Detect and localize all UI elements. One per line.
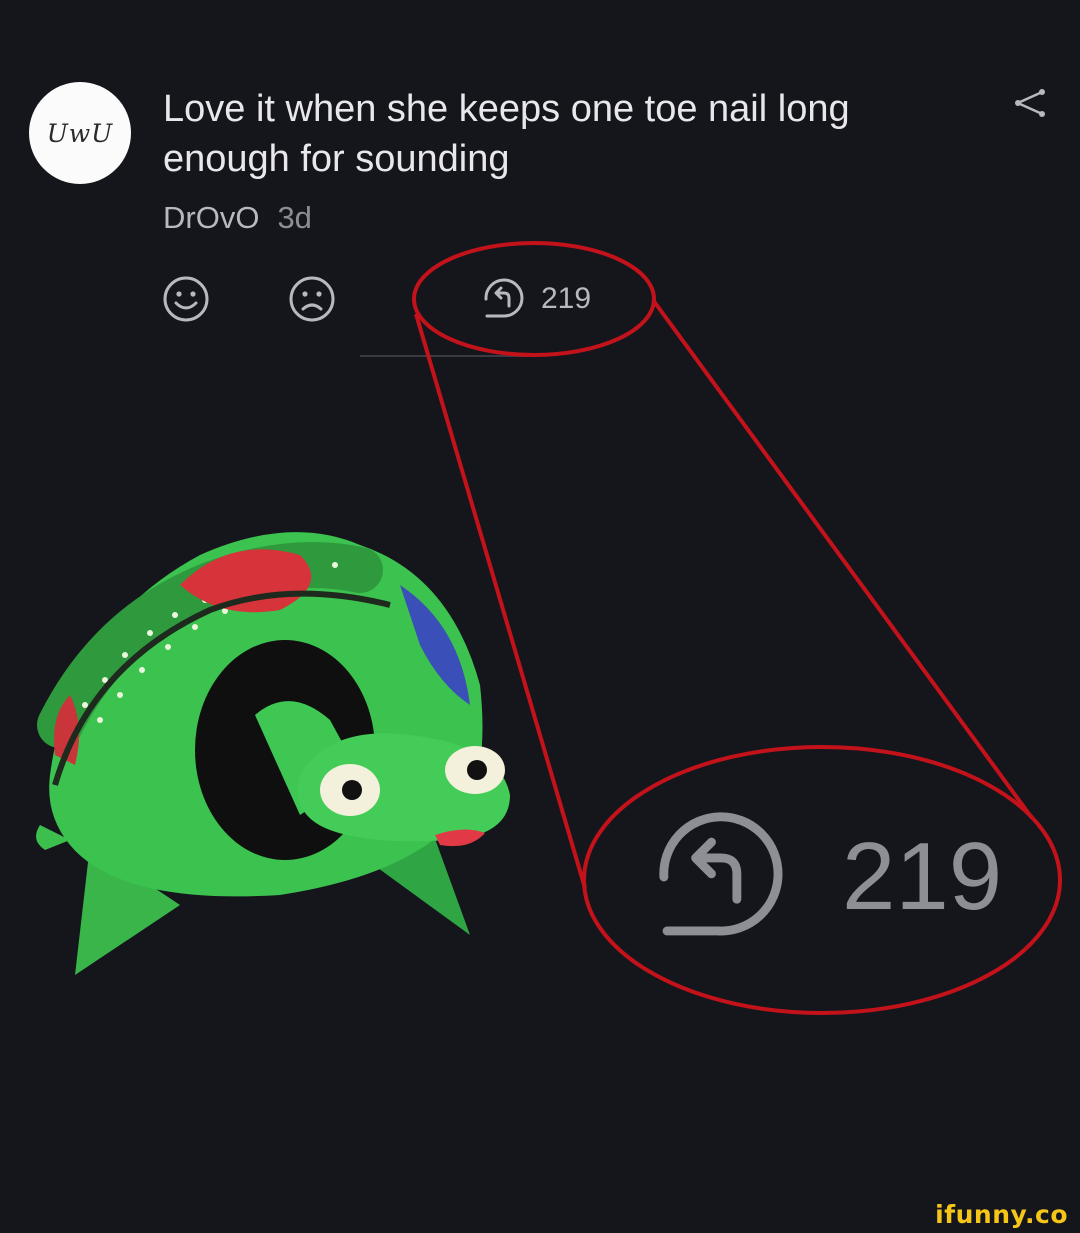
annotation-small-circle: [412, 241, 656, 357]
watermark[interactable]: ifunny.co: [935, 1200, 1068, 1229]
annotation-large-circle: [582, 745, 1062, 1015]
annotation-line-right: [651, 298, 1034, 820]
turtle-figurine-image: [36, 532, 510, 975]
